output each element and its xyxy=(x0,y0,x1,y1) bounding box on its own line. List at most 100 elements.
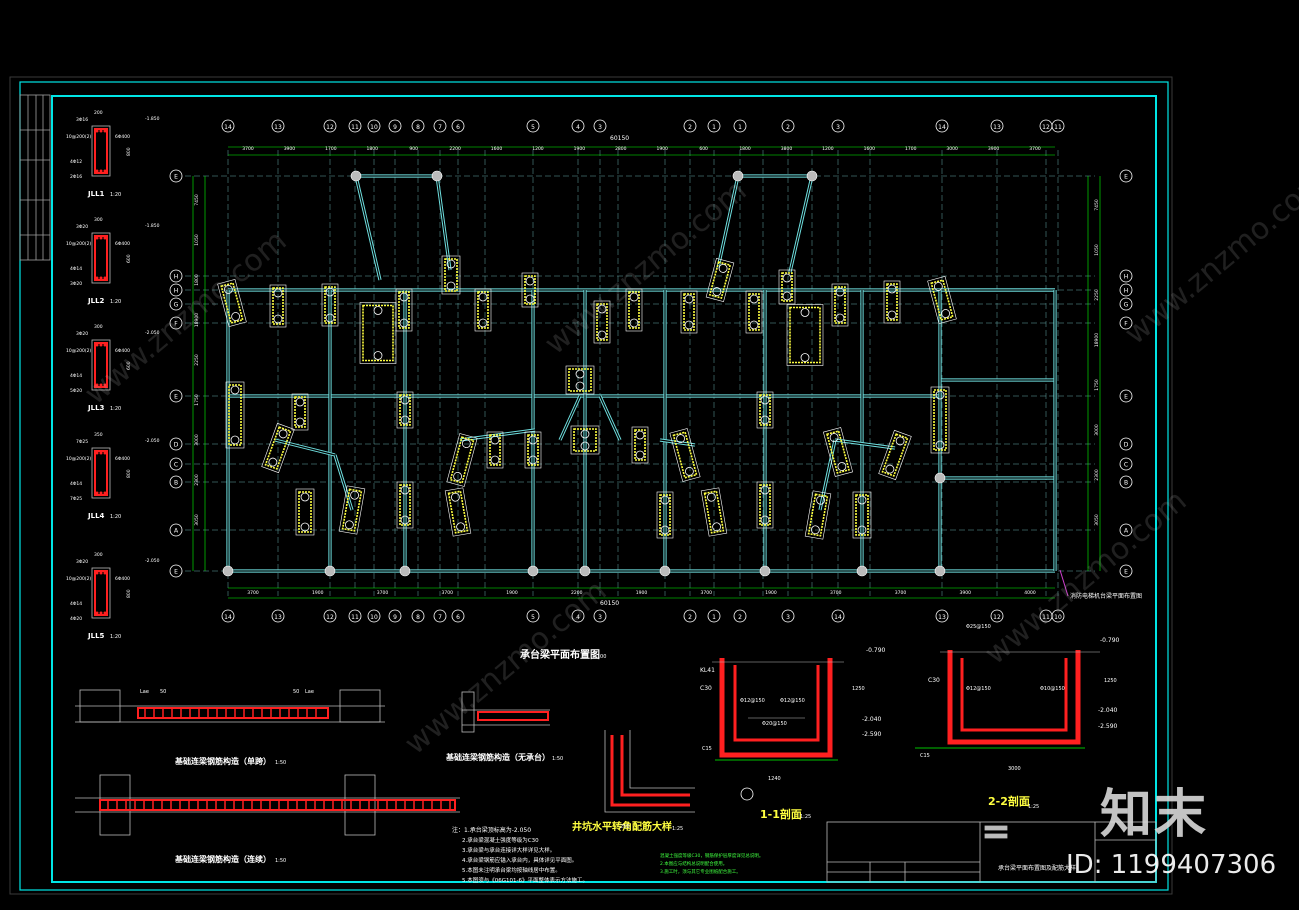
svg-text:50: 50 xyxy=(160,689,166,695)
dim-text-top: 1900 xyxy=(656,146,668,152)
dim-text-top: 3000 xyxy=(946,146,958,152)
axis-label-bottom: 10 xyxy=(370,614,378,621)
pile-point xyxy=(659,565,671,577)
dim-text-top: 1200 xyxy=(822,146,834,152)
dim-text-top: 2200 xyxy=(449,146,461,152)
dim-text-right: 3000 xyxy=(1094,424,1100,436)
axis-label-right: E xyxy=(1124,174,1128,181)
svg-text:-1.850: -1.850 xyxy=(145,223,160,229)
svg-text:800: 800 xyxy=(126,469,132,478)
dim-text-top: 1900 xyxy=(574,146,586,152)
axis-label-left: E xyxy=(174,174,178,181)
plan-total-dim-bottom: 60150 xyxy=(600,600,619,607)
svg-text:600: 600 xyxy=(126,361,132,370)
svg-text:1250: 1250 xyxy=(852,686,865,692)
foundation-beam-core xyxy=(334,454,353,511)
svg-text:-1.850: -1.850 xyxy=(145,116,160,122)
detail-no-cap: 基础连梁钢筋构造（无承台） 1:50 xyxy=(445,691,563,762)
dim-text-top: 1800 xyxy=(367,146,379,152)
axis-label-top: 2 xyxy=(688,124,692,131)
axis-label-bottom: 13 xyxy=(274,614,282,621)
svg-text:JLL3: JLL3 xyxy=(87,404,105,412)
svg-text:1:50: 1:50 xyxy=(275,760,286,766)
foundation-beam-core xyxy=(717,175,739,269)
axis-label-bottom: 8 xyxy=(416,614,420,621)
axis-label-bottom: 14 xyxy=(224,614,232,621)
axis-label-top: 13 xyxy=(274,124,282,131)
axis-label-left: B xyxy=(174,480,178,487)
svg-text:Φ12@150: Φ12@150 xyxy=(740,698,765,704)
axis-label-right: C xyxy=(1124,462,1128,469)
pile-cap xyxy=(593,300,611,344)
dim-text-top: 1600 xyxy=(864,146,876,152)
detail-no-cap-title: 基础连梁钢筋构造（无承台） xyxy=(445,752,550,762)
axis-label-left: G xyxy=(174,302,179,309)
foundation-beam-core xyxy=(559,395,581,441)
pile-cap xyxy=(745,290,763,334)
binding-strip xyxy=(19,94,51,261)
pile-cap xyxy=(291,393,309,431)
dim-text-top: 3700 xyxy=(1029,146,1041,152)
svg-text:3Φ20: 3Φ20 xyxy=(76,331,88,337)
axis-label-top: 1 xyxy=(712,124,716,131)
svg-text:4Φ14: 4Φ14 xyxy=(70,266,82,272)
dim-text-right: 3050 xyxy=(1094,514,1100,526)
axis-label-bottom: 6 xyxy=(456,614,460,621)
svg-text:10@200(2): 10@200(2) xyxy=(66,348,91,354)
title-block-drawing-title: 承台梁平面布置图及配筋大样 xyxy=(998,864,1076,872)
axis-label-top: 9 xyxy=(393,124,397,131)
svg-text:4Φ14: 4Φ14 xyxy=(70,373,82,379)
svg-text:10@200(2): 10@200(2) xyxy=(66,134,91,140)
section-1-1-title: 1-1剖面 xyxy=(760,807,802,821)
watermark-id: ID: 1199407306 xyxy=(1066,850,1277,880)
dim-text-bottom: 1900 xyxy=(636,590,648,596)
plan-beams xyxy=(226,174,1057,573)
dim-text-top: 3900 xyxy=(284,146,296,152)
svg-text:C15: C15 xyxy=(920,753,930,759)
dim-text-bottom: 4000 xyxy=(1024,590,1036,596)
foundation-beam-core xyxy=(789,175,813,273)
dim-text-top: 2800 xyxy=(615,146,627,152)
dim-text-left: 2250 xyxy=(194,354,200,366)
svg-text:3Φ16: 3Φ16 xyxy=(76,117,88,123)
pile-cap xyxy=(359,302,397,364)
axis-label-right: E xyxy=(1124,394,1128,401)
axis-label-bottom: 7 xyxy=(438,614,442,621)
axis-label-bottom: 1 xyxy=(712,614,716,621)
svg-text:7Φ25: 7Φ25 xyxy=(70,496,82,502)
beam-section-jll4: 350 7Φ25 10@200(2) 6Φ400 4Φ14 7Φ25 -2.050 800 JL… xyxy=(66,432,160,520)
foundation-beam-core xyxy=(355,175,381,281)
svg-text:-2.050: -2.050 xyxy=(145,558,160,564)
svg-text:-2.050: -2.050 xyxy=(145,330,160,336)
svg-text:Lae: Lae xyxy=(140,689,149,695)
dim-text-top: 1700 xyxy=(905,146,917,152)
dim-text-right: 7450 xyxy=(1094,199,1100,211)
axis-label-left: H xyxy=(174,288,179,295)
pile-cap xyxy=(625,288,643,332)
pile-cap xyxy=(474,288,492,332)
dim-text-left: 3000 xyxy=(194,434,200,446)
pile-point xyxy=(527,565,539,577)
dim-text-left: 1800 xyxy=(194,274,200,286)
dim-text-bottom: 1900 xyxy=(312,590,324,596)
plan-title: 承台梁平面布置图 xyxy=(520,648,600,661)
green-note-line: 2.本图应与结构总说明配合使用。 xyxy=(660,860,727,867)
detail-section-2-2: -0.790 -2.040 -2.590 C30 C15 Φ25@150 Φ12… xyxy=(915,624,1120,810)
general-notes: 注：1.承台梁顶标高为-2.050 2.承台梁混凝土强度等级为C30 3.承台梁与承… xyxy=(452,826,588,884)
svg-text:1:20: 1:20 xyxy=(110,192,121,198)
svg-text:Φ20@150: Φ20@150 xyxy=(762,721,787,727)
pile-cap xyxy=(878,429,912,481)
plan-total-dim-top: 60150 xyxy=(610,135,629,142)
foundation-beam-core xyxy=(599,395,621,441)
dim-text-bottom: 3700 xyxy=(442,590,454,596)
svg-text:4Φ14: 4Φ14 xyxy=(70,601,82,607)
axis-label-bottom: 3 xyxy=(786,614,790,621)
dim-text-bottom: 1900 xyxy=(506,590,518,596)
dim-text-top: 900 xyxy=(409,146,418,152)
pile-point xyxy=(324,565,336,577)
svg-text:4Φ20: 4Φ20 xyxy=(70,616,82,622)
detail-pit-corner: 井坑水平转角配筋大样 1:25 250 xyxy=(572,730,695,833)
dim-text-bottom: 3700 xyxy=(377,590,389,596)
pile-point xyxy=(759,565,771,577)
note-line: 2.承台梁混凝土强度等级为C30 xyxy=(462,836,539,844)
